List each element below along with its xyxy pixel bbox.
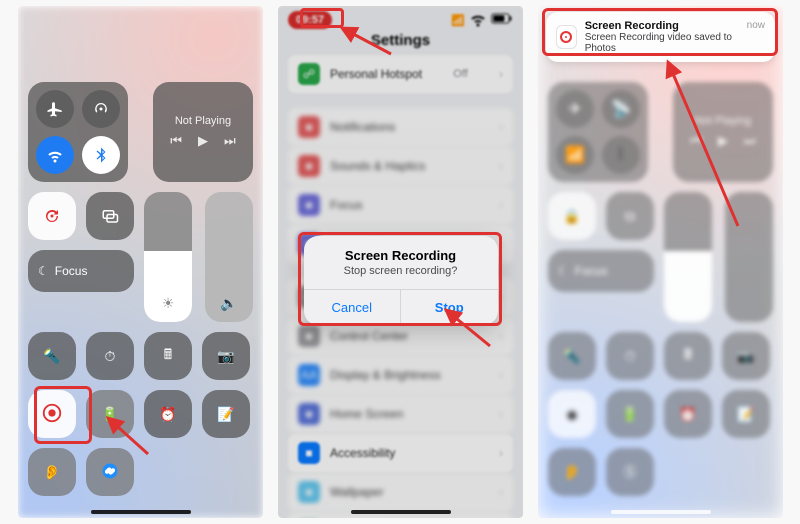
calculator-button[interactable]: 🖩 (144, 332, 192, 380)
alert-stop-button[interactable]: Stop (401, 290, 498, 325)
flashlight-toggle[interactable]: 🔦 (548, 332, 596, 380)
record-icon (41, 402, 63, 427)
screen-record-toggle[interactable]: ◉ (548, 390, 596, 438)
bluetooth-toggle[interactable]: ᛒ (602, 136, 640, 174)
connectivity-tile (28, 82, 128, 182)
screen-mirror-toggle[interactable] (86, 192, 134, 240)
wifi-toggle[interactable]: 📶 (556, 136, 594, 174)
calculator-button[interactable]: 🖩 (664, 332, 712, 380)
focus-toggle[interactable]: ☾ Focus (28, 250, 134, 292)
shazam-button[interactable] (86, 448, 134, 496)
volume-slider[interactable]: 🔈 (205, 192, 253, 322)
now-playing-label: Not Playing (695, 115, 751, 127)
brightness-slider[interactable]: ☀ (144, 192, 192, 322)
speaker-icon: 🔈 (205, 295, 253, 312)
ear-icon: 👂 (43, 464, 60, 481)
now-playing-label: Not Playing (175, 115, 231, 127)
alert-message: Stop screen recording? (304, 263, 498, 289)
shazam-button[interactable]: Ⓢ (606, 448, 654, 496)
flashlight-toggle[interactable]: 🔦 (28, 332, 76, 380)
hearing-button[interactable]: 👂 (28, 448, 76, 496)
focus-toggle[interactable]: ☾ Focus (548, 250, 654, 292)
note-button[interactable]: 📝 (722, 390, 770, 438)
airplane-toggle[interactable] (36, 90, 74, 128)
low-power-toggle[interactable]: 🔋 (86, 390, 134, 438)
focus-label: Focus (55, 264, 88, 278)
hearing-button[interactable]: 👂 (548, 448, 596, 496)
alert-cancel-button[interactable]: Cancel (304, 290, 402, 325)
timer-button[interactable]: ⏱ (86, 332, 134, 380)
bluetooth-toggle[interactable] (82, 136, 120, 174)
note-button[interactable]: 📝 (202, 390, 250, 438)
airplane-toggle[interactable]: ✈ (556, 90, 594, 128)
play-icon[interactable]: ▶ (198, 133, 208, 149)
shazam-icon (101, 462, 119, 483)
notification-subtitle: Screen Recording video saved to Photos (585, 32, 739, 54)
alarm-icon: ⏰ (159, 406, 176, 423)
alert-title: Screen Recording (304, 236, 498, 263)
rotation-lock-toggle[interactable]: 🔒 (548, 192, 596, 240)
cellular-toggle[interactable] (82, 90, 120, 128)
wifi-toggle[interactable] (36, 136, 74, 174)
now-playing-tile[interactable]: Not Playing ⏮▶⏭ (673, 82, 773, 182)
flashlight-icon: 🔦 (43, 348, 60, 365)
low-power-toggle[interactable]: 🔋 (606, 390, 654, 438)
camera-button[interactable]: 📷 (722, 332, 770, 380)
battery-low-icon: 🔋 (101, 406, 118, 423)
timer-button[interactable]: ⏱ (606, 332, 654, 380)
screen-mirror-toggle[interactable]: ⧉ (606, 192, 654, 240)
sun-icon: ☀ (144, 295, 192, 312)
home-indicator[interactable] (91, 510, 191, 514)
phone-settings: 09:57 📶 Settings ☍ Personal Hotspot Off … (278, 6, 523, 518)
phone-notification: 65% ✈ 📡 📶 ᛒ Not Playing ⏮▶⏭ 🔒 ⧉ ☾ Focus (538, 6, 783, 518)
phone-control-center: •••• 65% (18, 6, 263, 518)
rewind-icon[interactable]: ⏮ (170, 133, 182, 149)
moon-icon: ☾ (38, 264, 49, 278)
alarm-button[interactable]: ⏰ (664, 390, 712, 438)
alarm-button[interactable]: ⏰ (144, 390, 192, 438)
camera-icon: 📷 (217, 348, 234, 365)
brightness-slider[interactable] (664, 192, 712, 322)
timer-icon: ⏱ (105, 348, 116, 365)
cellular-toggle[interactable]: 📡 (602, 90, 640, 128)
home-indicator[interactable] (351, 510, 451, 514)
note-add-icon: 📝 (217, 406, 234, 423)
notification-time: now (747, 20, 765, 31)
notification-banner[interactable]: Screen Recording Screen Recording video … (546, 12, 775, 62)
connectivity-tile: ✈ 📡 📶 ᛒ (548, 82, 648, 182)
record-icon (556, 25, 577, 49)
home-indicator[interactable] (611, 510, 711, 514)
forward-icon[interactable]: ⏭ (224, 133, 236, 149)
camera-button[interactable]: 📷 (202, 332, 250, 380)
rotation-lock-toggle[interactable] (28, 192, 76, 240)
screen-record-toggle[interactable] (28, 390, 76, 438)
now-playing-tile[interactable]: Not Playing ⏮ ▶ ⏭ (153, 82, 253, 182)
screen-recording-alert: Screen Recording Stop screen recording? … (304, 236, 498, 325)
notification-title: Screen Recording (585, 20, 739, 32)
volume-slider[interactable] (725, 192, 773, 322)
calculator-icon: 🖩 (164, 344, 172, 368)
